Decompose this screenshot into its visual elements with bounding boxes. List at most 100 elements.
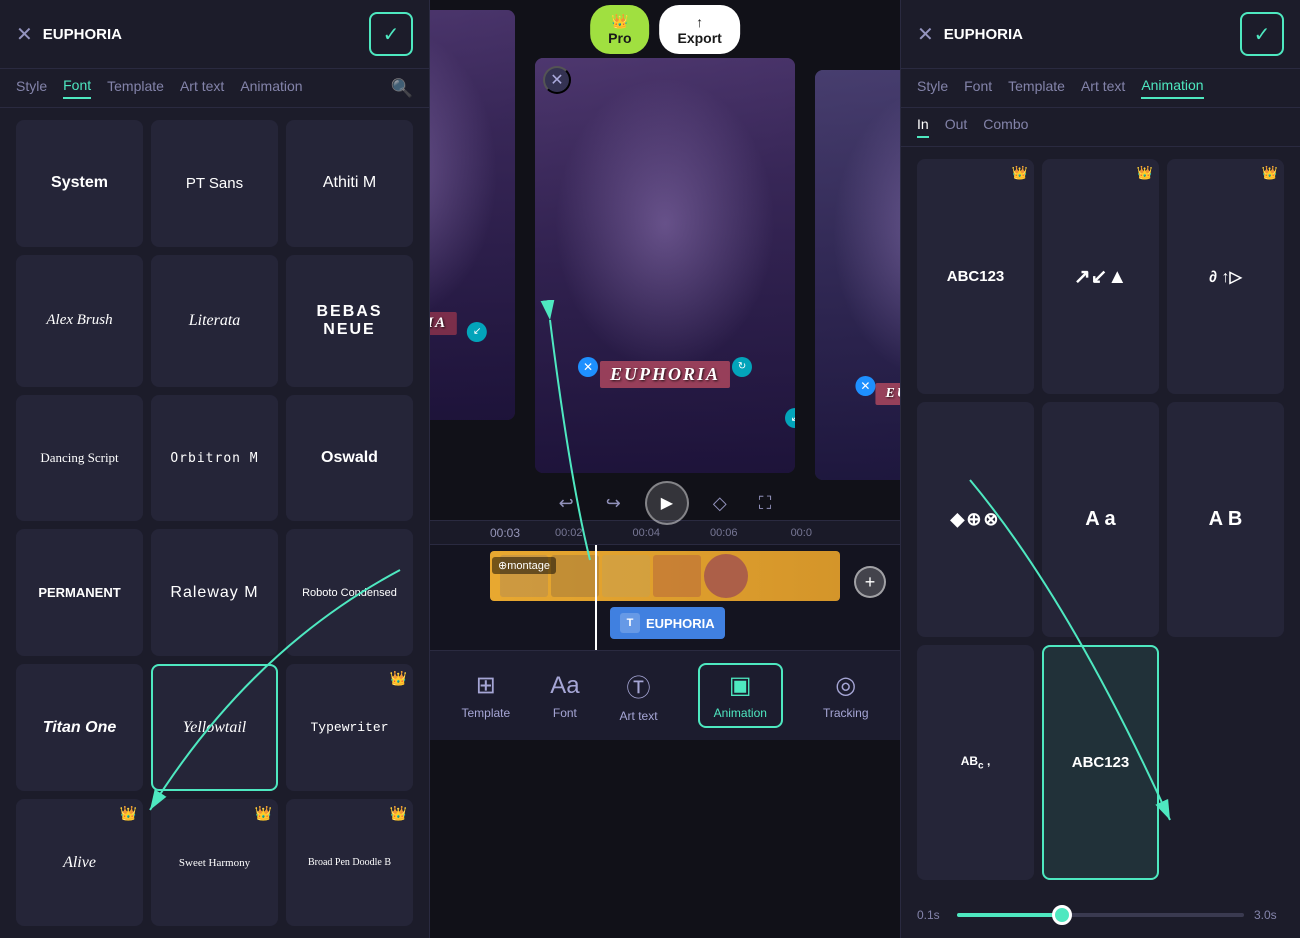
tab-template-left[interactable]: Template [107,78,164,98]
bottom-toolbar: ⊞ Template Aa Font Ⓣ Art text ▣ Animatio… [430,650,900,740]
tab-animation-left[interactable]: Animation [240,78,302,98]
font-item-system[interactable]: System [16,120,143,247]
chip-icon: T [620,613,640,633]
anim-item-letters-aa[interactable]: A a [1042,402,1159,637]
toolbar-item-font[interactable]: Aa Font [550,672,579,720]
video-previews-row: ✕ EUPHORIA ↙ ▶ 👑 Pro ↑ Export ✕ [430,0,900,520]
font-label-typewriter: Typewriter [310,720,388,735]
export-button[interactable]: ↑ Export [660,5,740,54]
font-item-raleway[interactable]: Raleway M [151,529,278,656]
montage-badge: ⊕montage [492,557,556,574]
font-item-alive[interactable]: Alive 👑 [16,799,143,926]
tab-in[interactable]: In [917,116,929,138]
font-item-athiti[interactable]: Athiti M [286,120,413,247]
slider-track[interactable] [957,913,1244,917]
search-icon[interactable]: 🔍 [391,78,413,99]
resize-handle-left[interactable]: ↙ [467,322,487,342]
text-track-row: T EUPHORIA [490,607,840,643]
font-label-yellowtail: Yellowtail [183,719,246,737]
right-panel-title: EUPHORIA [944,26,1230,43]
tab-arttext-right[interactable]: Art text [1081,78,1125,98]
anim-item-abc-small[interactable]: ABc , [917,645,1034,880]
alive-crown-icon: 👑 [120,805,137,822]
anim-label-letters-aa: A a [1085,508,1115,531]
template-label: Template [461,706,510,720]
anim-item-abc123-1[interactable]: ABC123 👑 [917,159,1034,394]
tracking-icon: ◎ [835,671,856,700]
rotate-handle-center[interactable]: ↻ [732,357,752,377]
tab-out[interactable]: Out [945,116,968,138]
redo-btn[interactable]: ↪ [598,489,629,518]
animation-label: Animation [714,706,767,720]
toolbar-item-tracking[interactable]: ◎ Tracking [823,671,869,720]
right-panel-confirm[interactable]: ✓ [1240,12,1284,56]
font-item-roboto[interactable]: Roboto Condensed [286,529,413,656]
font-label-titan: Titan One [43,719,117,737]
font-label: Font [553,706,577,720]
tab-style-left[interactable]: Style [16,78,47,98]
speed-slider-container: 0.1s 3.0s [901,892,1300,938]
tab-template-right[interactable]: Template [1008,78,1065,98]
anim-item-dots[interactable]: ◆⊕⊗ [917,402,1034,637]
anim-item-abc123-selected[interactable]: ABC123 [1042,645,1159,880]
tab-arttext-left[interactable]: Art text [180,78,224,98]
arttext-label: Art text [620,709,658,723]
font-item-titan[interactable]: Titan One [16,664,143,791]
font-item-alexbrush[interactable]: Alex Brush [16,255,143,387]
toolbar-item-template[interactable]: ⊞ Template [461,671,510,720]
font-item-dancing[interactable]: Dancing Script [16,395,143,522]
speed-min-label: 0.1s [917,908,947,922]
close-x-center[interactable]: ✕ [543,66,571,94]
tab-combo[interactable]: Combo [983,116,1028,138]
sweetharmony-crown-icon: 👑 [255,805,272,822]
tab-font[interactable]: Font [63,77,91,99]
font-item-oswald[interactable]: Oswald [286,395,413,522]
font-item-ptsans[interactable]: PT Sans [151,120,278,247]
tab-animation-right[interactable]: Animation [1141,77,1203,99]
close-overlay-center[interactable]: ✕ [578,357,598,377]
euphoria-chip[interactable]: T EUPHORIA [610,607,725,639]
right-panel-header: ✕ EUPHORIA ✓ [901,0,1300,69]
fullscreen-btn[interactable]: ⛶ [751,489,780,518]
font-item-permanent[interactable]: PERMANENT [16,529,143,656]
font-item-bebas[interactable]: BEBAS NEUE [286,255,413,387]
font-label-broadpen: Broad Pen Doodle B [308,857,391,868]
playhead[interactable] [595,545,597,650]
right-panel: ✕ EUPHORIA ✓ Style Font Template Art tex… [900,0,1300,938]
diamond-btn[interactable]: ◇ [705,489,735,518]
font-item-literata[interactable]: Literata [151,255,278,387]
left-panel-close[interactable]: ✕ [16,22,33,47]
anim-crown-1: 👑 [1012,165,1028,181]
in-out-tabs: In Out Combo [901,108,1300,147]
top-action-buttons: 👑 Pro ↑ Export [590,5,740,54]
font-label-raleway: Raleway M [170,584,258,602]
euphoria-text-center: EUPHORIA [600,361,730,388]
font-label-alexbrush: Alex Brush [46,312,112,329]
anim-label-arrows2: ∂ ↑▷ [1209,267,1242,287]
anim-item-arrows1[interactable]: ↗↙▲ 👑 [1042,159,1159,394]
timecode-display: 00:03 [490,526,520,540]
ruler-mark-3: 00:06 [685,527,763,539]
close-overlay-right[interactable]: ✕ [855,376,875,396]
font-item-sweetharmony[interactable]: Sweet Harmony 👑 [151,799,278,926]
anim-item-arrows2[interactable]: ∂ ↑▷ 👑 [1167,159,1284,394]
speed-max-label: 3.0s [1254,908,1284,922]
toolbar-item-arttext[interactable]: Ⓣ Art text [620,668,658,723]
font-label-roboto: Roboto Condensed [302,587,397,599]
undo-btn[interactable]: ↩ [551,489,582,518]
tab-style-right[interactable]: Style [917,78,948,98]
toolbar-item-animation[interactable]: ▣ Animation [698,663,783,728]
pro-button[interactable]: 👑 Pro [590,5,649,54]
font-item-yellowtail[interactable]: Yellowtail [151,664,278,791]
tab-font-right[interactable]: Font [964,78,992,98]
anim-item-letters-ab[interactable]: A B [1167,402,1284,637]
font-item-typewriter[interactable]: Typewriter 👑 [286,664,413,791]
font-item-orbitron[interactable]: Orbitron M [151,395,278,522]
right-panel-close[interactable]: ✕ [917,22,934,47]
add-track-btn[interactable]: + [854,566,886,598]
ruler-mark-2: 00:04 [608,527,686,539]
left-panel-confirm[interactable]: ✓ [369,12,413,56]
font-item-broadpen[interactable]: Broad Pen Doodle B 👑 [286,799,413,926]
slider-thumb[interactable] [1052,905,1072,925]
play-btn-center[interactable]: ▶ [645,481,689,525]
